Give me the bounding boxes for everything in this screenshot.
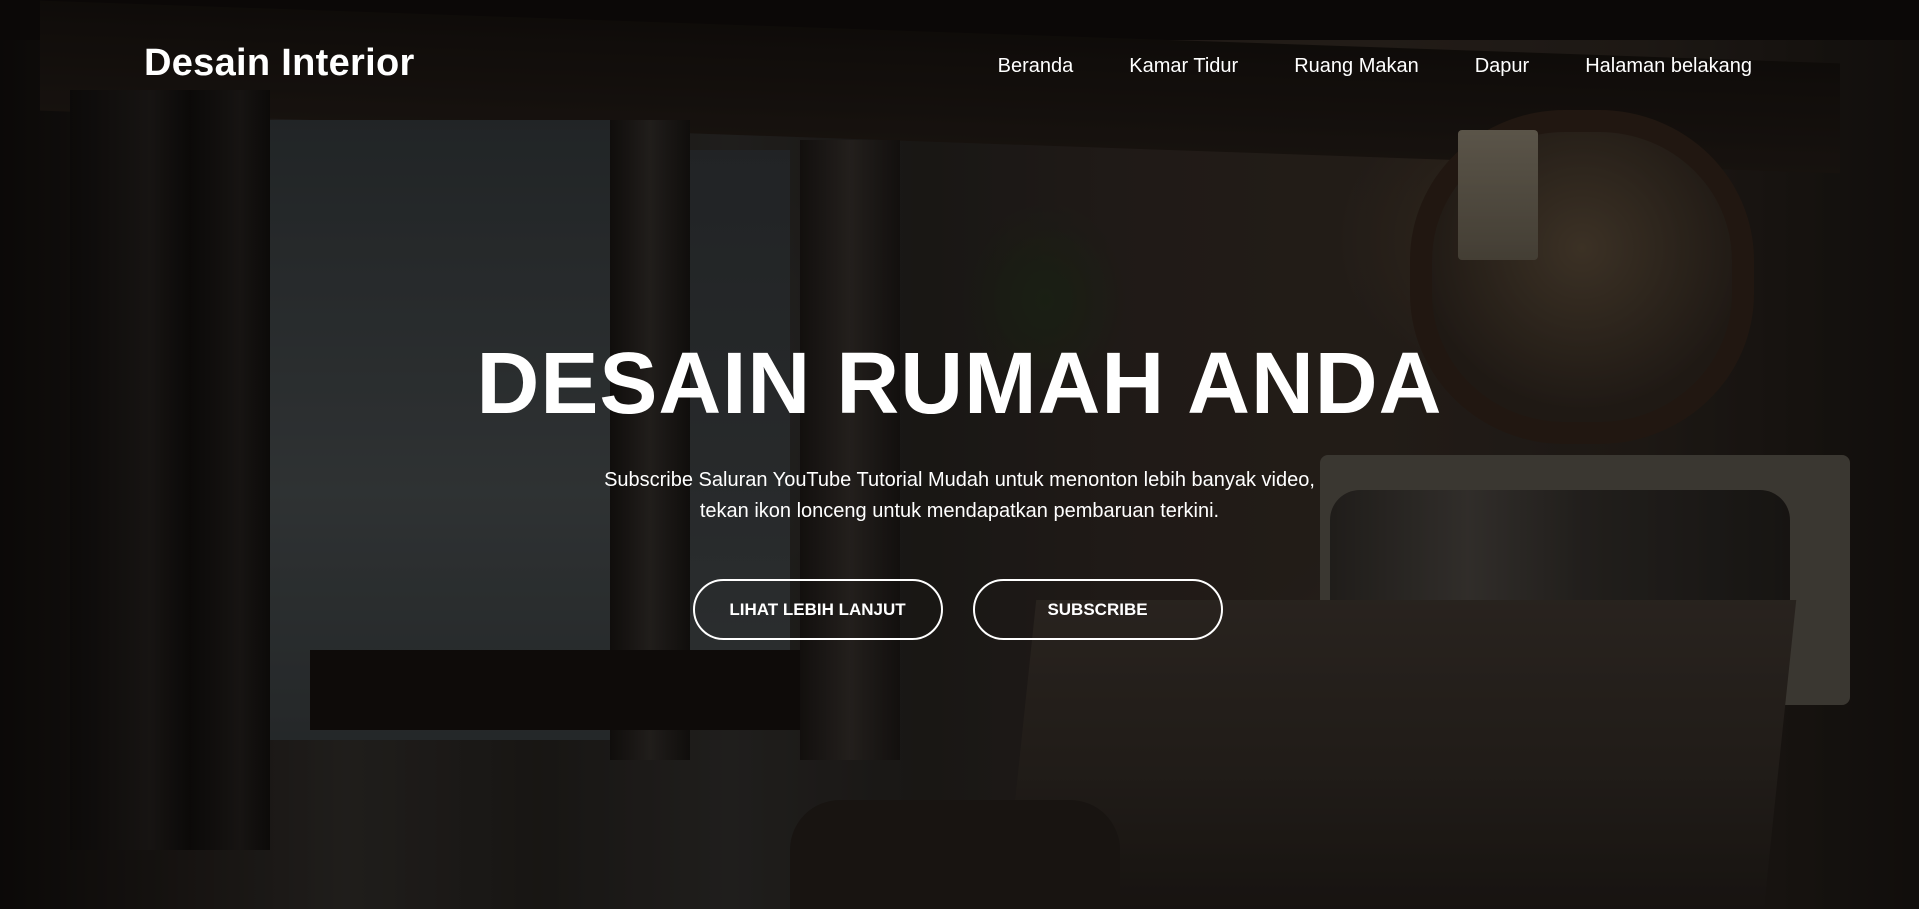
hero-section: Desain Interior Beranda Kamar Tidur Ruan… xyxy=(0,0,1919,909)
nav-item-dapur[interactable]: Dapur xyxy=(1475,55,1529,78)
site-logo[interactable]: Desain Interior xyxy=(144,42,415,85)
nav-item-halaman-belakang[interactable]: Halaman belakang xyxy=(1585,55,1752,78)
nav-item-kamar-tidur[interactable]: Kamar Tidur xyxy=(1129,55,1238,78)
nav-item-ruang-makan[interactable]: Ruang Makan xyxy=(1294,55,1419,78)
subscribe-button[interactable]: SUBSCRIBE xyxy=(972,579,1223,640)
nav-item-beranda[interactable]: Beranda xyxy=(998,55,1074,78)
hero-headline: DESAIN RUMAH ANDA xyxy=(476,335,1443,432)
hero-subtitle-line: tekan ikon lonceng untuk mendapatkan pem… xyxy=(699,500,1220,522)
see-more-button[interactable]: LIHAT LEBIH LANJUT xyxy=(692,579,943,640)
nav-links: Beranda Kamar Tidur Ruang Makan Dapur Ha… xyxy=(998,55,1752,78)
hero-subtitle-line: Subscribe Saluran YouTube Tutorial Mudah… xyxy=(604,469,1315,491)
top-navbar: Desain Interior Beranda Kamar Tidur Ruan… xyxy=(0,0,1919,130)
hero-buttons: LIHAT LEBIH LANJUT SUBSCRIBE xyxy=(0,579,1919,640)
hero-subtitle: Subscribe Saluran YouTube Tutorial Mudah… xyxy=(0,465,1919,527)
hero-content: DESAIN RUMAH ANDA Subscribe Saluran YouT… xyxy=(0,340,1919,640)
